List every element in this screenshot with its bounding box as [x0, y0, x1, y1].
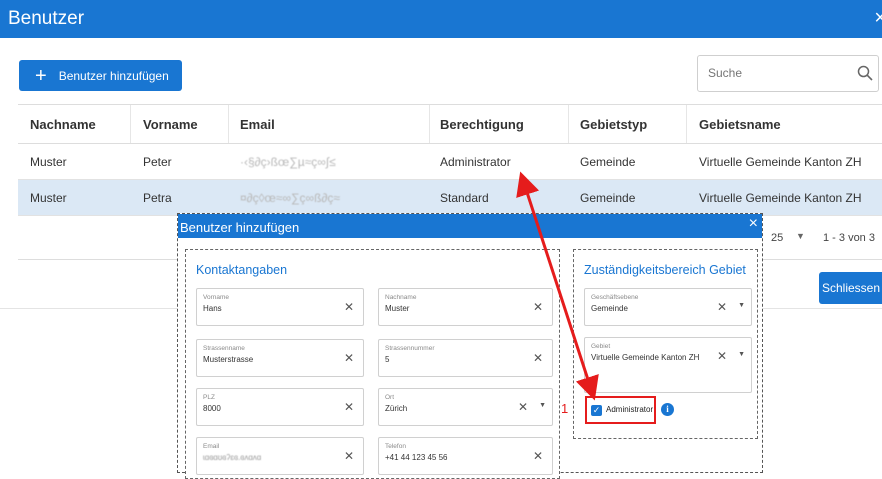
cell-email: ·‹§∂ç›ßœ∑µ≈ç∞∫≤ [240, 154, 336, 169]
field-value[interactable]: ɩɑɞɑʊɞʔɛɞ.ɞʌɑʌɑ [203, 453, 261, 463]
search-icon[interactable] [857, 65, 873, 81]
column-header-nachname[interactable]: Nachname [30, 105, 96, 143]
clear-icon[interactable]: ✕ [533, 449, 543, 463]
field-value[interactable]: 5 [385, 355, 389, 365]
plz-field[interactable]: PLZ 8000 ✕ [196, 388, 364, 426]
users-table: Nachname Vorname Email Berechtigung Gebi… [18, 104, 882, 216]
cell-gebietstyp: Gemeinde [580, 190, 636, 205]
plus-icon: + [35, 64, 47, 87]
info-icon[interactable]: i [661, 403, 674, 416]
vorname-field[interactable]: Vorname Hans ✕ [196, 288, 364, 326]
field-label: Gebiet [591, 343, 611, 350]
contact-heading: Kontaktangaben [196, 263, 288, 277]
cell-berechtigung: Administrator [440, 154, 511, 169]
add-user-label: Benutzer hinzufügen [58, 68, 169, 83]
field-value[interactable]: Gemeinde [591, 304, 628, 314]
field-value[interactable]: 8000 [203, 404, 221, 414]
search-input[interactable] [708, 66, 848, 80]
field-label: Telefon [385, 443, 406, 450]
area-heading: Zuständigkeitsbereich Gebiet [584, 263, 746, 277]
clear-icon[interactable]: ✕ [518, 400, 528, 414]
clear-icon[interactable]: ✕ [533, 300, 543, 314]
dialog-title-bar: Benutzer hinzufügen × [178, 214, 762, 238]
cell-nachname: Muster [30, 154, 67, 169]
checkbox-checked-icon[interactable]: ✓ [591, 405, 602, 416]
administrator-checkbox[interactable]: ✓ Administrator [585, 396, 656, 424]
field-label: Nachname [385, 294, 417, 301]
field-label: PLZ [203, 394, 215, 401]
add-user-dialog: Benutzer hinzufügen × Kontaktangaben Vor… [177, 213, 763, 479]
close-dialog-button[interactable]: Schliessen [819, 272, 882, 304]
dialog-title: Benutzer hinzufügen [180, 220, 300, 235]
window-title-bar: Benutzer × [0, 0, 882, 38]
telefon-field[interactable]: Telefon +41 44 123 45 56 ✕ [378, 437, 553, 475]
field-value[interactable]: Hans [203, 304, 222, 314]
field-value[interactable]: Muster [385, 304, 409, 314]
clear-icon[interactable]: ✕ [717, 349, 727, 363]
clear-icon[interactable]: ✕ [533, 351, 543, 365]
column-header-vorname[interactable]: Vorname [143, 105, 198, 143]
cell-gebietstyp: Gemeinde [580, 154, 636, 169]
window-title: Benutzer [8, 8, 85, 29]
column-header-email[interactable]: Email [240, 105, 275, 143]
cell-gebietsname: Virtuelle Gemeinde Kanton ZH [699, 190, 862, 205]
clear-icon[interactable]: ✕ [344, 300, 354, 314]
field-label: Geschäftsebene [591, 294, 639, 301]
chevron-down-icon[interactable]: ▼ [738, 351, 745, 358]
contact-panel: Kontaktangaben Vorname Hans ✕ Nachname M… [185, 249, 560, 479]
chevron-down-icon[interactable]: ▼ [539, 402, 546, 409]
field-label: Vorname [203, 294, 230, 301]
email-field[interactable]: Email ɩɑɞɑʊɞʔɛɞ.ɞʌɑʌɑ ✕ [196, 437, 364, 475]
field-value[interactable]: Musterstrasse [203, 355, 253, 365]
cell-vorname: Peter [143, 154, 172, 169]
cell-berechtigung: Standard [440, 190, 489, 205]
table-header: Nachname Vorname Email Berechtigung Gebi… [18, 104, 882, 144]
close-icon[interactable]: × [874, 7, 882, 30]
column-header-gebietsname[interactable]: Gebietsname [699, 105, 781, 143]
annotation-marker: 1 [561, 401, 569, 416]
field-label: Ort [385, 394, 395, 401]
strassenname-field[interactable]: Strassenname Musterstrasse ✕ [196, 339, 364, 377]
geschaeftsebene-select[interactable]: Geschäftsebene Gemeinde ✕ ▼ [584, 288, 752, 326]
field-value[interactable]: +41 44 123 45 56 [385, 453, 448, 463]
field-value[interactable]: Zürich [385, 404, 407, 414]
column-header-berechtigung[interactable]: Berechtigung [440, 105, 524, 143]
field-label: Email [203, 443, 220, 450]
cell-nachname: Muster [30, 190, 67, 205]
gebiet-select[interactable]: Gebiet Virtuelle Gemeinde Kanton ZH ✕ ▼ [584, 337, 752, 393]
cell-vorname: Petra [143, 190, 172, 205]
page-size-select[interactable]: 25 [771, 232, 783, 244]
cell-email: ¤∂ç◊œ≈∞∑ç∞ß∂ç≈ [240, 190, 340, 205]
clear-icon[interactable]: ✕ [344, 449, 354, 463]
column-header-gebietstyp[interactable]: Gebietstyp [580, 105, 647, 143]
chevron-down-icon[interactable]: ▼ [796, 231, 805, 241]
clear-icon[interactable]: ✕ [344, 351, 354, 365]
cell-gebietsname: Virtuelle Gemeinde Kanton ZH [699, 154, 862, 169]
administrator-label: Administrator [606, 405, 654, 414]
page-range-label: 1 - 3 von 3 [823, 232, 875, 244]
table-row[interactable]: Muster Petra ¤∂ç◊œ≈∞∑ç∞ß∂ç≈ Standard Gem… [18, 180, 882, 216]
field-value[interactable]: Virtuelle Gemeinde Kanton ZH [591, 353, 701, 363]
nachname-field[interactable]: Nachname Muster ✕ [378, 288, 553, 326]
field-label: Strassennummer [385, 345, 435, 352]
chevron-down-icon[interactable]: ▼ [738, 302, 745, 309]
clear-icon[interactable]: ✕ [717, 300, 727, 314]
strassennummer-field[interactable]: Strassennummer 5 ✕ [378, 339, 553, 377]
add-user-button[interactable]: + Benutzer hinzufügen [19, 60, 182, 91]
field-label: Strassenname [203, 345, 245, 352]
search-box[interactable] [697, 55, 879, 92]
ort-field[interactable]: Ort Zürich ✕ ▼ [378, 388, 553, 426]
clear-icon[interactable]: ✕ [344, 400, 354, 414]
table-row[interactable]: Muster Peter ·‹§∂ç›ßœ∑µ≈ç∞∫≤ Administrat… [18, 144, 882, 180]
dialog-close-icon[interactable]: × [749, 215, 758, 233]
